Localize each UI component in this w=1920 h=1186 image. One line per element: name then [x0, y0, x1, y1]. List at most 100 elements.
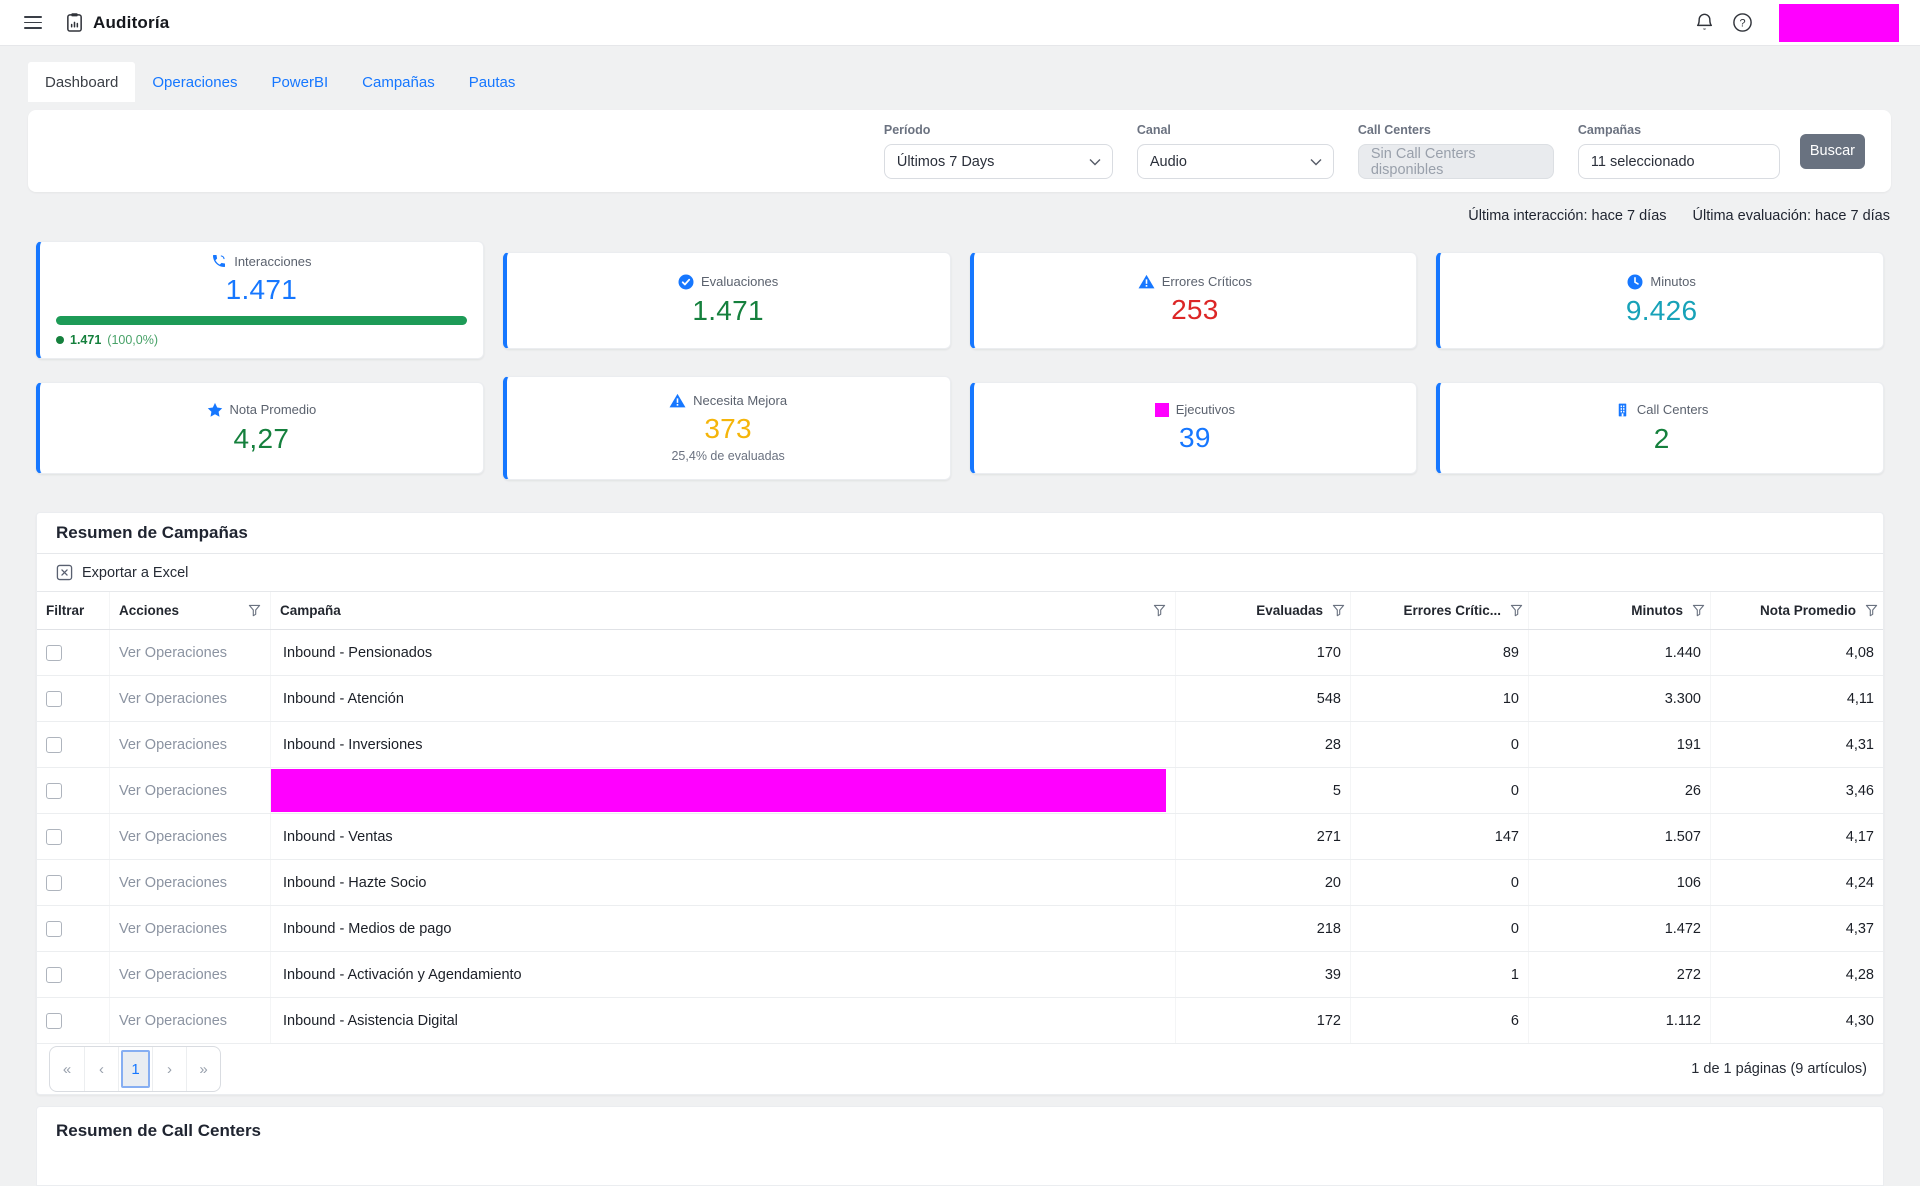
- evaluadas-value: 5: [1176, 768, 1351, 813]
- ver-operaciones-link[interactable]: Ver Operaciones: [119, 737, 227, 753]
- ver-operaciones-link[interactable]: Ver Operaciones: [119, 1013, 227, 1029]
- row-checkbox[interactable]: [46, 921, 62, 937]
- buscar-button[interactable]: Buscar: [1800, 134, 1865, 169]
- table-row: Ver Operaciones Inbound - Inversiones 28…: [37, 722, 1883, 768]
- canal-value: Audio: [1150, 154, 1187, 170]
- call-centers-value: Sin Call Centers disponibles: [1371, 146, 1541, 178]
- errores-value: 89: [1351, 630, 1529, 675]
- ver-operaciones-link[interactable]: Ver Operaciones: [119, 645, 227, 661]
- filter-funnel-icon[interactable]: [248, 604, 261, 617]
- call-centers-field: Call Centers Sin Call Centers disponible…: [1358, 123, 1554, 179]
- tab-pautas[interactable]: Pautas: [452, 62, 533, 102]
- tab-dashboard[interactable]: Dashboard: [28, 62, 135, 102]
- notifications-bell-icon[interactable]: [1695, 12, 1714, 33]
- ver-operaciones-link[interactable]: Ver Operaciones: [119, 829, 227, 845]
- filter-funnel-icon[interactable]: [1865, 604, 1878, 617]
- campaigns-summary-card: Resumen de Campañas Exportar a Excel Fil…: [36, 512, 1884, 1095]
- kpi-label: Call Centers: [1637, 402, 1709, 417]
- ver-operaciones-link[interactable]: Ver Operaciones: [119, 967, 227, 983]
- kpi-value: 373: [704, 413, 752, 445]
- minutos-value: 1.112: [1529, 998, 1711, 1043]
- call-centers-summary-card: Resumen de Call Centers: [36, 1106, 1884, 1186]
- tab-powerbi[interactable]: PowerBI: [254, 62, 345, 102]
- ver-operaciones-link[interactable]: Ver Operaciones: [119, 691, 227, 707]
- tab-label: Dashboard: [45, 74, 118, 91]
- kpi-value: 1.471: [692, 295, 764, 327]
- canal-select[interactable]: Audio: [1137, 144, 1334, 179]
- chevron-down-icon: [1310, 158, 1322, 166]
- errores-value: 1: [1351, 952, 1529, 997]
- legend-dot-icon: [56, 336, 64, 344]
- campanas-field: Campañas 11 seleccionado: [1578, 123, 1780, 179]
- tab-label: PowerBI: [271, 74, 328, 91]
- campanas-input[interactable]: 11 seleccionado: [1578, 144, 1780, 179]
- user-account-redacted[interactable]: [1779, 4, 1899, 42]
- kpi-label: Nota Promedio: [230, 402, 317, 417]
- minutos-value: 272: [1529, 952, 1711, 997]
- excel-file-icon: [56, 564, 73, 581]
- export-excel-label: Exportar a Excel: [82, 565, 188, 581]
- ver-operaciones-link[interactable]: Ver Operaciones: [119, 783, 227, 799]
- evaluadas-value: 20: [1176, 860, 1351, 905]
- filter-funnel-icon[interactable]: [1510, 604, 1523, 617]
- pager-last-button[interactable]: »: [186, 1047, 220, 1091]
- kpi-label: Errores Críticos: [1162, 274, 1252, 289]
- periodo-select[interactable]: Últimos 7 Days: [884, 144, 1113, 179]
- check-circle-icon: [678, 274, 694, 290]
- nota-value: 3,46: [1711, 768, 1883, 813]
- tab-campanas[interactable]: Campañas: [345, 62, 452, 102]
- call-centers-label: Call Centers: [1358, 123, 1554, 137]
- row-checkbox[interactable]: [46, 737, 62, 753]
- legend-value: 1.471: [70, 333, 101, 347]
- redacted-icon: [1155, 403, 1169, 417]
- phone-icon: [211, 253, 227, 269]
- app-title: Auditoría: [93, 13, 169, 33]
- kpi-card-ejecutivos: Ejecutivos 39: [970, 382, 1418, 474]
- filter-funnel-icon[interactable]: [1153, 604, 1166, 617]
- row-checkbox[interactable]: [46, 829, 62, 845]
- row-checkbox[interactable]: [46, 783, 62, 799]
- col-header-nota-promedio: Nota Promedio: [1711, 592, 1883, 629]
- col-header-evaluadas: Evaluadas: [1176, 592, 1351, 629]
- evaluadas-value: 170: [1176, 630, 1351, 675]
- kpi-label: Necesita Mejora: [693, 393, 787, 408]
- row-checkbox[interactable]: [46, 1013, 62, 1029]
- col-header-acciones: Acciones: [110, 592, 271, 629]
- svg-text:?: ?: [1739, 18, 1745, 30]
- col-header-errores-criticos: Errores Crític...: [1351, 592, 1529, 629]
- hamburger-menu-icon[interactable]: [24, 16, 42, 29]
- col-header-filtrar: Filtrar: [37, 592, 110, 629]
- campaign-name: Inbound - Inversiones: [271, 722, 1176, 767]
- col-header-minutos: Minutos: [1529, 592, 1711, 629]
- pager-next-button[interactable]: ›: [152, 1047, 186, 1091]
- campanas-value: 11 seleccionado: [1591, 154, 1695, 170]
- topbar: Auditoría ?: [0, 0, 1920, 46]
- tab-label: Operaciones: [152, 74, 237, 91]
- pager-prev-button[interactable]: ‹: [84, 1047, 118, 1091]
- errores-value: 0: [1351, 860, 1529, 905]
- errores-value: 10: [1351, 676, 1529, 721]
- tab-operaciones[interactable]: Operaciones: [135, 62, 254, 102]
- pager-page-1[interactable]: 1: [118, 1047, 152, 1091]
- table-row: Ver Operaciones 5 0 26 3,46: [37, 768, 1883, 814]
- row-checkbox[interactable]: [46, 645, 62, 661]
- errores-value: 0: [1351, 722, 1529, 767]
- row-checkbox[interactable]: [46, 875, 62, 891]
- row-checkbox[interactable]: [46, 967, 62, 983]
- help-icon[interactable]: ?: [1732, 12, 1753, 33]
- filter-funnel-icon[interactable]: [1692, 604, 1705, 617]
- kpi-card-errores-criticos: Errores Críticos 253: [970, 252, 1418, 349]
- ver-operaciones-link[interactable]: Ver Operaciones: [119, 875, 227, 891]
- kpi-card-nota-promedio: Nota Promedio 4,27: [36, 382, 484, 474]
- pager-first-button[interactable]: «: [50, 1047, 84, 1091]
- filter-funnel-icon[interactable]: [1332, 604, 1345, 617]
- nota-value: 4,30: [1711, 998, 1883, 1043]
- ver-operaciones-link[interactable]: Ver Operaciones: [119, 921, 227, 937]
- kpi-value: 1.471: [226, 274, 298, 306]
- export-excel-button[interactable]: Exportar a Excel: [56, 564, 188, 581]
- evaluadas-value: 548: [1176, 676, 1351, 721]
- interactions-progress-legend: 1.471 (100,0%): [56, 333, 467, 347]
- warning-triangle-icon: [669, 393, 686, 408]
- row-checkbox[interactable]: [46, 691, 62, 707]
- errores-value: 6: [1351, 998, 1529, 1043]
